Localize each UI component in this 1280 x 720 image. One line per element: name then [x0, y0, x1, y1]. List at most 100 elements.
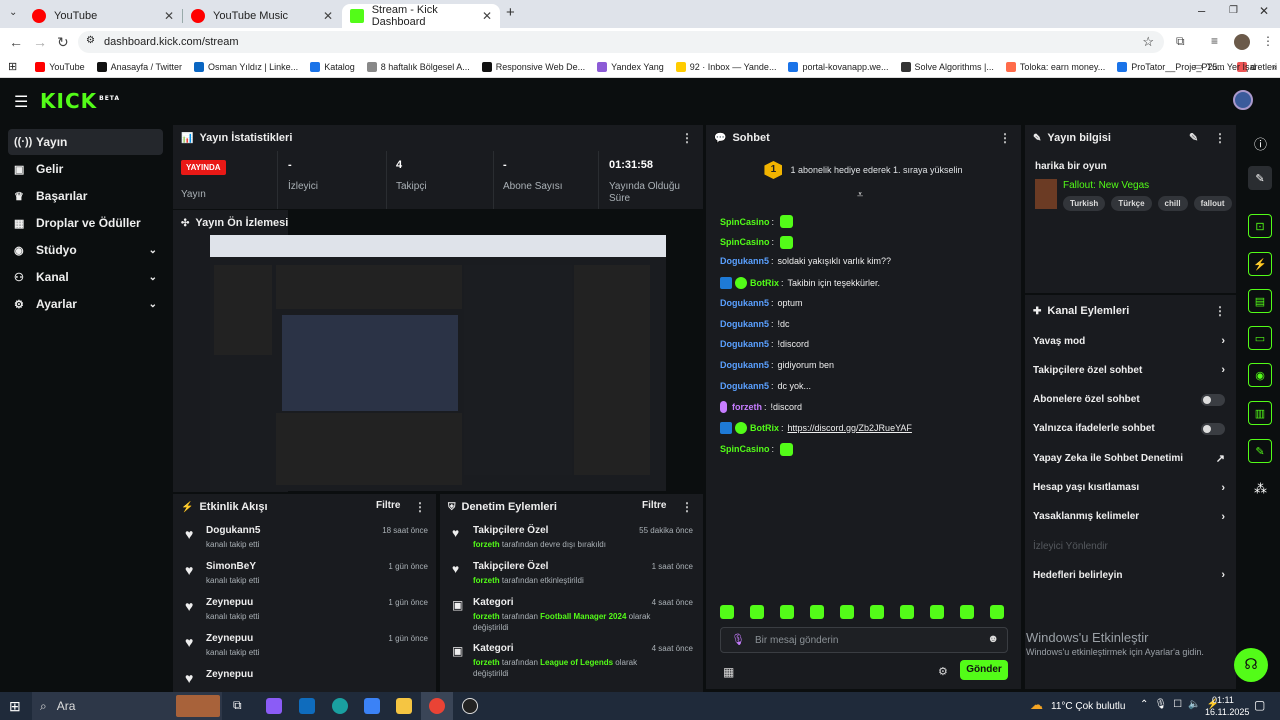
more-options-icon[interactable]: ⋮: [999, 131, 1011, 145]
chat-username[interactable]: Dogukann5: [720, 298, 769, 308]
channel-action-row[interactable]: Yavaş mod ›: [1025, 330, 1235, 352]
tab-kick-dashboard[interactable]: Stream - Kick Dashboard ✕: [342, 4, 500, 28]
toggle-switch[interactable]: [1201, 422, 1225, 435]
more-options-icon[interactable]: ⋮: [1214, 131, 1226, 145]
channel-action-row[interactable]: Yalnızca ifadelerle sohbet: [1025, 418, 1235, 440]
more-options-icon[interactable]: ⋮: [681, 500, 693, 514]
clock-time[interactable]: 01:11: [1212, 695, 1234, 705]
send-button[interactable]: Gönder: [960, 660, 1008, 680]
windows-start-icon[interactable]: ⊞: [9, 698, 21, 715]
tab-youtube-music[interactable]: YouTube Music ✕: [183, 4, 341, 28]
emoji-icon[interactable]: ☻: [987, 633, 999, 645]
clock-date[interactable]: 16.11.2025: [1205, 707, 1249, 717]
channel-action-row[interactable]: Yapay Zeka ile Sohbet Denetimi ↗: [1025, 447, 1235, 469]
hamburger-menu-icon[interactable]: ☰: [14, 92, 28, 112]
moderator-name[interactable]: forzeth: [473, 540, 500, 549]
chat-username[interactable]: Dogukann5: [720, 339, 769, 349]
chat-rail-icon[interactable]: ▭: [1248, 326, 1272, 350]
sidebar-item-gelir[interactable]: ▣ Gelir: [8, 156, 163, 182]
chat-username[interactable]: Dogukann5: [720, 256, 769, 266]
chat-username[interactable]: Dogukann5: [720, 381, 769, 391]
reload-icon[interactable]: ↻: [57, 34, 69, 51]
chat-username[interactable]: SpinCasino: [720, 217, 770, 227]
url-input[interactable]: ⚙ dashboard.kick.com/stream ☆: [78, 31, 1164, 53]
filter-button[interactable]: Filtre: [376, 500, 400, 511]
chrome-icon[interactable]: [429, 698, 445, 714]
channel-action-row[interactable]: Abonelere özel sohbet: [1025, 389, 1235, 411]
bookmark-item[interactable]: Katalog: [310, 61, 355, 72]
all-bookmarks[interactable]: ▭ Tüm Yer İşaretleri: [1194, 61, 1277, 72]
external-link-icon[interactable]: ↗: [1216, 452, 1225, 465]
chat-username[interactable]: BotRix: [750, 278, 779, 288]
sidebar-item-kanal[interactable]: ⚇ Kanal ⌄: [8, 264, 163, 290]
emote-picker-icon[interactable]: [990, 605, 1004, 619]
chevron-right-icon[interactable]: ›: [1221, 364, 1225, 376]
tab-youtube[interactable]: YouTube ✕: [24, 4, 183, 28]
category-name[interactable]: Football Manager 2024: [540, 612, 626, 621]
sidebar-item-yay-n[interactable]: ((·)) Yayın: [8, 129, 163, 155]
share-icon[interactable]: ⁂: [1254, 481, 1267, 497]
profile-avatar[interactable]: [1234, 34, 1250, 50]
bookmark-item[interactable]: Solve Algorithms |...: [900, 61, 994, 72]
toggle-switch[interactable]: [1201, 393, 1225, 406]
emote-picker-icon[interactable]: [900, 605, 914, 619]
notification-icon[interactable]: ▢: [1254, 698, 1265, 712]
emote-picker-icon[interactable]: [870, 605, 884, 619]
channel-action-row[interactable]: Takipçilere özel sohbet ›: [1025, 359, 1235, 381]
back-icon[interactable]: ←: [9, 34, 23, 50]
emote-picker-icon[interactable]: [780, 605, 794, 619]
event-user[interactable]: Zeynepuu: [206, 669, 253, 680]
raid-icon[interactable]: ⚡: [1248, 252, 1272, 276]
chevron-down-icon[interactable]: ⌄: [149, 245, 157, 256]
layout-icon[interactable]: ▥: [1248, 401, 1272, 425]
chevron-down-icon[interactable]: ⌄: [149, 272, 157, 283]
event-user[interactable]: Zeynepuu: [206, 633, 253, 644]
stream-preview-video[interactable]: [210, 235, 666, 491]
bookmark-item[interactable]: YouTube: [35, 61, 85, 72]
user-avatar[interactable]: [1233, 90, 1253, 110]
taskbar-search[interactable]: ⌕ Ara: [32, 692, 222, 720]
bookmark-item[interactable]: 92 · Inbox — Yande...: [675, 61, 776, 72]
site-info-icon[interactable]: ⚙: [86, 35, 95, 46]
close-icon[interactable]: ✕: [323, 9, 333, 23]
obs-icon[interactable]: [462, 698, 478, 714]
moderator-name[interactable]: forzeth: [473, 658, 500, 667]
event-user[interactable]: SimonBeY: [206, 561, 256, 572]
edit-rail-icon[interactable]: ✎: [1248, 166, 1272, 190]
close-icon[interactable]: ✕: [164, 9, 174, 23]
sidebar-item-droplar-ve-d-ller[interactable]: ▦ Droplar ve Ödüller: [8, 210, 163, 236]
weather-text[interactable]: 11°C Çok bulutlu: [1051, 701, 1125, 712]
notes-icon[interactable]: ▤: [1248, 289, 1272, 313]
chat-username[interactable]: SpinCasino: [720, 444, 770, 454]
copilot-icon[interactable]: [266, 698, 282, 714]
bookmark-item[interactable]: Toloka: earn money...: [1005, 61, 1105, 72]
chat-input[interactable]: 🎙 Bir mesaj gönderin ☻: [720, 627, 1008, 653]
emote-picker-icon[interactable]: [810, 605, 824, 619]
broadcast-icon[interactable]: ◉: [1248, 363, 1272, 387]
window-close-icon[interactable]: ✕: [1259, 4, 1269, 18]
restore-icon[interactable]: ❐: [1229, 5, 1238, 16]
more-options-icon[interactable]: ⋮: [681, 131, 693, 145]
clip-icon[interactable]: ⊡: [1248, 214, 1272, 238]
more-options-icon[interactable]: ⋮: [1214, 304, 1226, 318]
chevron-right-icon[interactable]: ›: [1221, 335, 1225, 347]
gift-icon[interactable]: ▦: [723, 665, 734, 679]
bookmark-item[interactable]: Anasayfa / Twitter: [96, 61, 182, 72]
minimize-icon[interactable]: –: [1198, 3, 1205, 18]
info-icon[interactable]: ⓘ: [1254, 134, 1267, 153]
channel-action-row[interactable]: Yasaklanmış kelimeler ›: [1025, 506, 1235, 528]
chat-link[interactable]: https://discord.gg/Zb2JRueYAF: [788, 423, 912, 433]
support-chat-button[interactable]: ☊: [1234, 648, 1268, 682]
chat-username[interactable]: Dogukann5: [720, 319, 769, 329]
bookmark-item[interactable]: Yandex Yang: [597, 61, 664, 72]
edit-icon[interactable]: ✎: [1189, 131, 1198, 144]
event-user[interactable]: Zeynepuu: [206, 597, 253, 608]
game-name[interactable]: Fallout: New Vegas: [1063, 180, 1149, 191]
edge-icon[interactable]: [332, 698, 348, 714]
moderator-name[interactable]: forzeth: [473, 612, 500, 621]
tag-chip[interactable]: chill: [1157, 196, 1188, 211]
sidebar-item-ba-ar-lar[interactable]: ♛ Başarılar: [8, 183, 163, 209]
moderator-name[interactable]: forzeth: [473, 576, 500, 585]
chevron-right-icon[interactable]: ›: [1221, 569, 1225, 581]
media-control-icon[interactable]: ≡: [1211, 34, 1218, 48]
